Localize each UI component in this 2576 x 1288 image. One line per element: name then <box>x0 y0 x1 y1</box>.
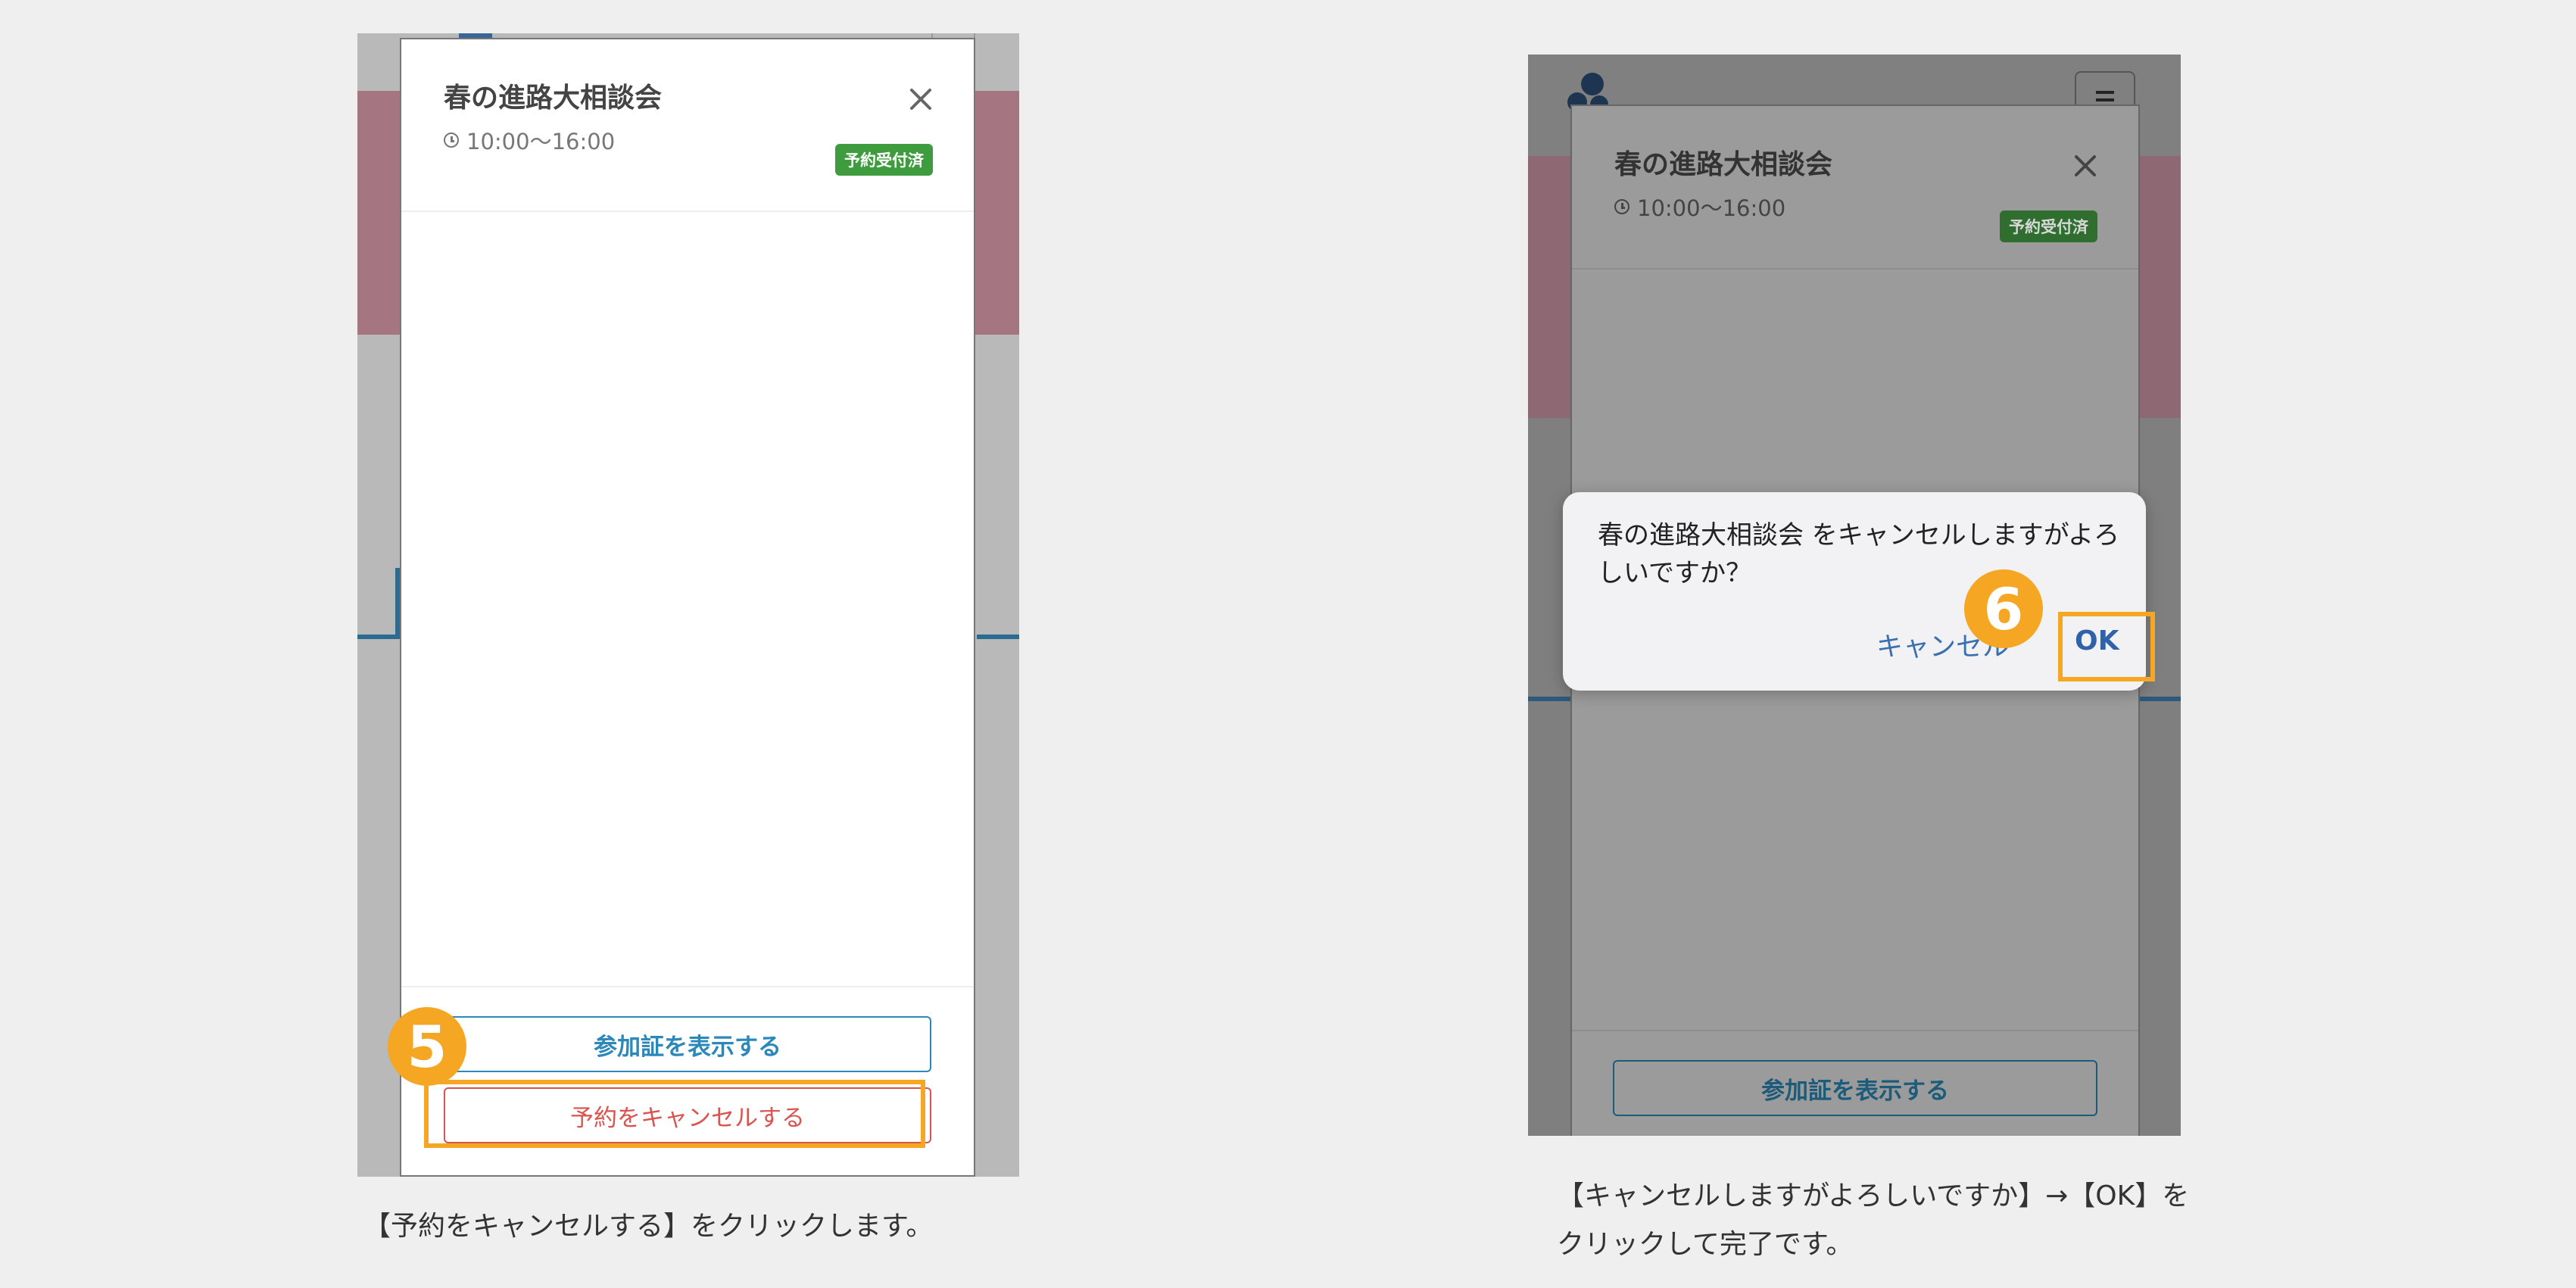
event-time: 10:00〜16:00 <box>444 124 615 156</box>
screenshot-step-6: 春の進路大相談会 10:00〜16:00 予約受付済 参加証を表示する 春の進路… <box>1528 55 2181 1136</box>
show-pass-button[interactable]: 参加証を表示する <box>444 1016 931 1072</box>
confirm-dialog: 春の進路大相談会 をキャンセルしますがよろしいですか？ キャンセル OK <box>1563 492 2155 691</box>
status-badge: 予約受付済 <box>835 144 933 176</box>
close-icon[interactable] <box>907 85 934 112</box>
status-badge: 予約受付済 <box>2000 211 2097 242</box>
divider <box>1572 268 2138 270</box>
logo-icon <box>1581 73 1604 95</box>
clock-icon <box>1614 199 1629 214</box>
event-time-text: 10:00〜16:00 <box>1637 195 1786 221</box>
event-modal: 春の進路大相談会 10:00〜16:00 予約受付済 参加証を表示する 予約をキ… <box>400 38 975 1177</box>
highlight-box <box>424 1080 925 1148</box>
event-time-text: 10:00〜16:00 <box>466 129 616 154</box>
divider <box>1572 1030 2138 1031</box>
event-time: 10:00〜16:00 <box>1614 191 1785 223</box>
dialog-message: 春の進路大相談会 をキャンセルしますがよろしいですか？ <box>1598 520 2120 588</box>
divider <box>401 986 974 987</box>
show-pass-button[interactable]: 参加証を表示する <box>1613 1060 2097 1116</box>
background-tab-line <box>1528 697 1573 701</box>
modal-title: 春の進路大相談会 <box>444 83 663 114</box>
modal-title: 春の進路大相談会 <box>1614 149 1833 180</box>
clock-icon <box>444 133 459 148</box>
background-tab-line <box>357 635 400 639</box>
screenshot-step-5: 春の進路大相談会 10:00〜16:00 予約受付済 参加証を表示する 予約をキ… <box>357 33 1019 1177</box>
close-icon[interactable] <box>2072 151 2099 179</box>
background-tab-line <box>2135 697 2181 701</box>
caption: 【予約をキャンセルする】をクリックします。 <box>363 1211 934 1242</box>
divider <box>401 211 974 212</box>
step-number-badge: 5 <box>388 1007 466 1086</box>
caption: 【キャンセルしますがよろしいですか】→【OK】をクリックして完了です。 <box>1557 1180 2190 1260</box>
step-number-badge: 6 <box>1964 569 2043 648</box>
highlight-box <box>2058 612 2155 681</box>
background-tab-line <box>977 635 1019 639</box>
